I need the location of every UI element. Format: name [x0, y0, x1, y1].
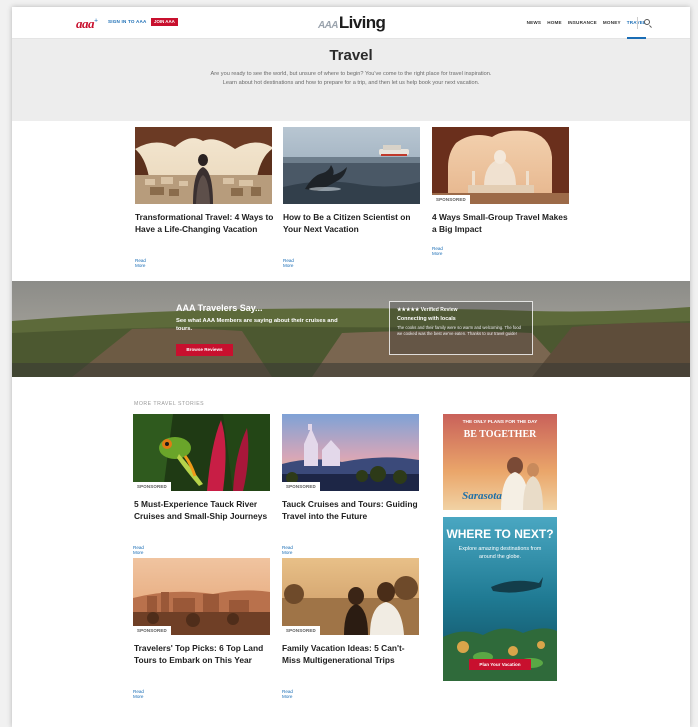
ad-tagline: THE ONLY PLANS FOR THE DAY — [462, 420, 538, 425]
banner-subtitle: See what AAA Members are saying about th… — [176, 318, 338, 332]
review-stars: ★★★★★ Verified Review — [397, 307, 458, 313]
browse-reviews-button[interactable]: Browse Reviews — [176, 344, 233, 356]
banner-title: AAA Travelers Say... — [176, 303, 263, 313]
read-more-link[interactable]: Read More — [135, 258, 146, 268]
article-image[interactable]: SPONSORED — [133, 558, 270, 635]
sponsored-tag: SPONSORED — [133, 482, 171, 491]
top-navigation-bar: aaa+ SIGN IN TO AAA JOIN AAA AAALiving N… — [12, 7, 690, 39]
sign-in-link[interactable]: SIGN IN TO AAA — [108, 19, 147, 24]
search-icon[interactable] — [644, 19, 650, 25]
article-image[interactable]: SPONSORED — [282, 558, 419, 635]
cliffs-background — [12, 281, 690, 377]
sponsored-tag: SPONSORED — [133, 626, 171, 635]
article-title[interactable]: Travelers' Top Picks: 6 Top Land Tours t… — [134, 642, 274, 666]
ad-body: Explore amazing destinations from around… — [458, 546, 542, 560]
article-title[interactable]: Tauck Cruises and Tours: Guiding Travel … — [282, 498, 422, 522]
article-image[interactable]: SPONSORED — [432, 127, 569, 204]
ad-brand: Sarasota — [462, 490, 502, 502]
article-title[interactable]: Transformational Travel: 4 Ways to Have … — [135, 211, 275, 235]
nav-insurance[interactable]: INSURANCE — [568, 7, 597, 39]
sponsored-tag: SPONSORED — [282, 626, 320, 635]
nav-divider — [637, 17, 638, 29]
page-frame: aaa+ SIGN IN TO AAA JOIN AAA AAALiving N… — [12, 7, 690, 727]
article-image[interactable] — [135, 127, 272, 204]
reviews-banner: AAA Travelers Say... See what AAA Member… — [12, 281, 690, 377]
article-title[interactable]: Family Vacation Ideas: 5 Can't-Miss Mult… — [282, 642, 422, 666]
sponsored-tag: SPONSORED — [282, 482, 320, 491]
review-body: The cooks and their family were so warm … — [397, 325, 521, 336]
read-more-link[interactable]: Read More — [133, 545, 144, 555]
read-more-link[interactable]: Read More — [283, 258, 294, 268]
read-more-link[interactable]: Read More — [432, 246, 443, 256]
join-button[interactable]: JOIN AAA — [151, 17, 178, 26]
nav-money[interactable]: MONEY — [603, 7, 621, 39]
where-to-next-ad[interactable]: WHERE TO NEXT? Explore amazing destinati… — [443, 517, 557, 681]
nav-home[interactable]: HOME — [547, 7, 562, 39]
article-title[interactable]: 5 Must-Experience Tauck River Cruises an… — [134, 498, 274, 522]
section-label: MORE TRAVEL STORIES — [134, 401, 205, 407]
ad-headline: BE TOGETHER — [463, 429, 537, 440]
aaa-living-logo[interactable]: AAALiving — [318, 13, 386, 33]
review-title: Connecting with locals — [397, 316, 456, 322]
review-quote-box: ★★★★★ Verified Review Connecting with lo… — [389, 301, 533, 355]
article-image[interactable] — [283, 127, 420, 204]
page-intro: Are you ready to see the world, but unsu… — [210, 71, 492, 86]
read-more-link[interactable]: Read More — [133, 689, 144, 699]
ad-title: WHERE TO NEXT? — [446, 527, 554, 541]
travel-hero: Travel Are you ready to see the world, b… — [12, 39, 690, 121]
sponsored-tag: SPONSORED — [432, 195, 470, 204]
read-more-link[interactable]: Read More — [282, 545, 293, 555]
plan-vacation-button[interactable]: Plan Your Vacation — [469, 659, 531, 670]
article-image[interactable]: SPONSORED — [282, 414, 419, 491]
sarasota-ad[interactable]: THE ONLY PLANS FOR THE DAY BE TOGETHER S… — [443, 414, 557, 510]
page-title: Travel — [329, 47, 373, 64]
read-more-link[interactable]: Read More — [282, 689, 293, 699]
nav-news[interactable]: NEWS — [527, 7, 542, 39]
main-nav: NEWS HOME INSURANCE MONEY TRAVEL — [527, 7, 646, 39]
article-title[interactable]: 4 Ways Small-Group Travel Makes a Big Im… — [432, 211, 572, 235]
article-image[interactable]: SPONSORED — [133, 414, 270, 491]
article-title[interactable]: How to Be a Citizen Scientist on Your Ne… — [283, 211, 423, 235]
aaa-club-logo[interactable]: aaa+ — [76, 16, 98, 32]
